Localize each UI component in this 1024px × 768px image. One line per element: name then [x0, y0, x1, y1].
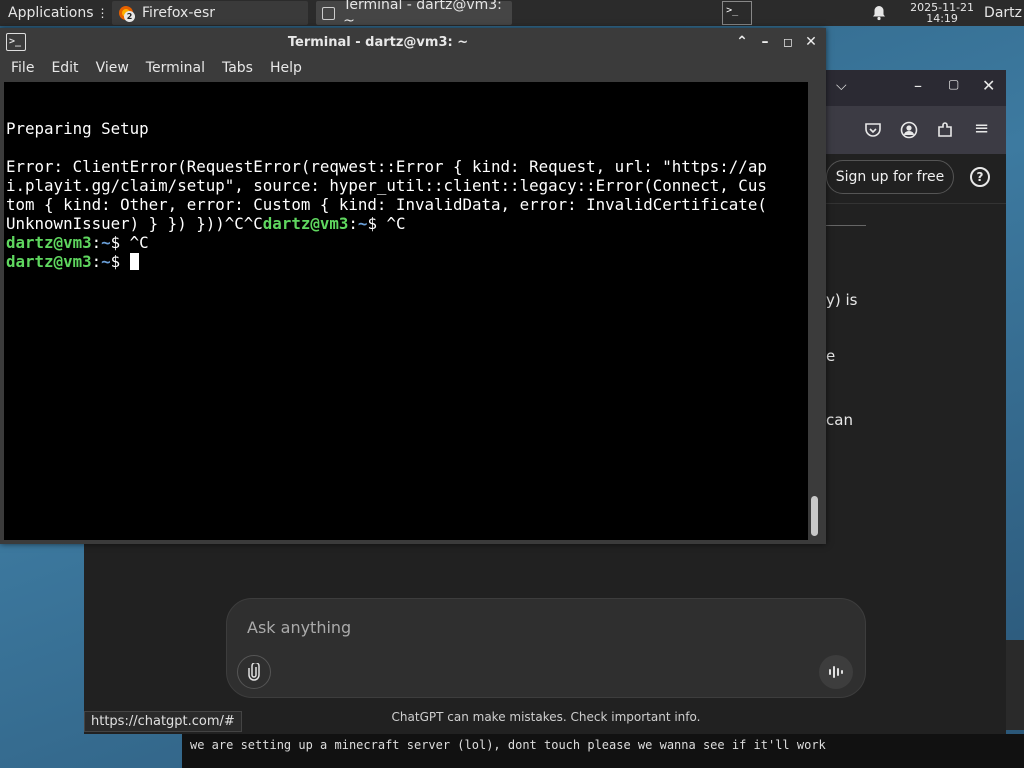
panel-tray: >_ 2025-11-21 14:19 Dartz — [722, 0, 1024, 26]
menu-edit[interactable]: Edit — [45, 60, 84, 76]
close-icon[interactable]: ✕ — [982, 76, 995, 95]
terminal-error-line: tom { kind: Other, error: Custom { kind:… — [6, 195, 767, 214]
prompt-path: ~ — [101, 252, 111, 271]
terminal-command: ^C — [386, 214, 406, 233]
sign-up-button[interactable]: Sign up for free — [826, 160, 954, 194]
chat-composer — [226, 598, 866, 698]
maximize-window-icon[interactable]: ◻ — [779, 33, 797, 51]
paperclip-icon — [248, 663, 260, 681]
applications-label: Applications — [8, 5, 94, 21]
clock-time: 14:19 — [926, 12, 958, 25]
chat-input[interactable] — [247, 615, 807, 639]
menu-terminal[interactable]: Terminal — [140, 60, 211, 76]
close-window-icon[interactable]: ✕ — [802, 33, 820, 51]
user-menu[interactable]: Dartz — [984, 5, 1022, 21]
notification-bell-icon[interactable] — [872, 5, 886, 21]
minimize-window-icon[interactable]: – — [756, 33, 774, 51]
terminal-heading-line: Preparing Setup — [6, 119, 149, 138]
terminal-command: ^C — [129, 233, 149, 252]
content-divider — [826, 225, 866, 226]
terminal-scrollbar-thumb[interactable] — [811, 496, 818, 536]
terminal-cursor — [129, 253, 139, 270]
help-icon[interactable]: ? — [970, 167, 990, 187]
prompt-symbol: $ — [367, 214, 377, 233]
prompt-symbol: $ — [110, 252, 121, 271]
maximize-icon[interactable]: ▢ — [948, 77, 959, 91]
terminal-scrollbar[interactable] — [808, 82, 822, 540]
terminal-title: Terminal - dartz@vm3: ~ — [287, 35, 469, 50]
prompt-user: dartz@vm3 — [262, 214, 349, 233]
prompt-symbol: $ — [110, 233, 121, 252]
pocket-icon[interactable] — [864, 121, 882, 139]
taskbar-firefox-label: Firefox-esr — [142, 5, 216, 21]
waveform-icon — [829, 666, 843, 678]
minimize-icon[interactable]: – — [914, 76, 922, 95]
taskbar-terminal[interactable]: Terminal - dartz@vm3: ~ — [316, 0, 512, 29]
content-text-fragment: e — [826, 347, 836, 365]
prompt-path: ~ — [101, 233, 111, 252]
disclaimer-text: ChatGPT can make mistakes. Check importa… — [391, 710, 701, 724]
terminal-error-line: i.playit.gg/claim/setup", source: hyper_… — [6, 176, 767, 195]
hamburger-menu-icon[interactable]: ≡ — [974, 118, 989, 139]
firefox-icon: 2 — [118, 5, 135, 22]
panel-clock[interactable]: 2025-11-21 14:19 — [910, 2, 974, 24]
account-icon[interactable] — [900, 121, 918, 139]
browser-toolbar: ≡ — [826, 106, 1006, 154]
menu-help[interactable]: Help — [264, 60, 308, 76]
terminal-output[interactable]: Preparing Setup Error: ClientError(Reque… — [4, 82, 808, 540]
top-panel: Applications ⋮ 2 Firefox-esr Terminal - … — [0, 0, 1024, 29]
attach-button[interactable] — [237, 655, 271, 689]
extensions-icon[interactable] — [936, 121, 954, 139]
taskbar-firefox[interactable]: 2 Firefox-esr — [112, 1, 308, 25]
menu-tabs[interactable]: Tabs — [216, 60, 259, 76]
terminal-error-line: UnknownIssuer) } }) }))^C^C — [6, 214, 263, 233]
firefox-window-count-badge: 2 — [124, 11, 135, 22]
content-text-fragment: can — [826, 411, 853, 429]
taskbar-terminal-label: Terminal - dartz@vm3: ~ — [343, 0, 502, 29]
terminal-window: >_ Terminal - dartz@vm3: ~ ⌃ – ◻ ✕ File … — [0, 28, 826, 544]
prompt-separator: : — [91, 252, 102, 271]
browser-tab-bar: ⌵ – ▢ ✕ — [826, 70, 1006, 106]
terminal-titlebar[interactable]: >_ Terminal - dartz@vm3: ~ ⌃ – ◻ ✕ — [0, 28, 826, 56]
terminal-app-icon — [322, 6, 336, 20]
shade-window-icon[interactable]: ⌃ — [733, 33, 751, 51]
prompt-user: dartz@vm3 — [6, 252, 92, 271]
applications-menu[interactable]: Applications ⋮ — [0, 0, 110, 26]
voice-mode-button[interactable] — [819, 655, 853, 689]
bottom-note-bar: we are setting up a minecraft server (lo… — [182, 734, 1024, 768]
menu-view[interactable]: View — [90, 60, 135, 76]
content-text-fragment: y) is — [826, 291, 858, 309]
terminal-menubar: File Edit View Terminal Tabs Help — [0, 56, 826, 80]
prompt-separator: : — [348, 214, 358, 233]
header-divider — [826, 203, 1006, 204]
prompt-path: ~ — [357, 214, 368, 233]
prompt-separator: : — [91, 233, 102, 252]
link-status-tooltip: https://chatgpt.com/# — [84, 711, 242, 732]
partial-window-edge — [1006, 640, 1024, 730]
menu-file[interactable]: File — [5, 60, 40, 76]
tab-list-chevron-icon[interactable]: ⌵ — [836, 78, 847, 94]
terminal-thumbnail-icon: >_ — [726, 5, 739, 16]
prompt-user: dartz@vm3 — [6, 233, 92, 252]
workspace-switcher[interactable]: >_ — [722, 1, 753, 25]
terminal-error-line: Error: ClientError(RequestError(reqwest:… — [6, 157, 767, 176]
applications-overflow-icon: ⋮ — [96, 6, 109, 20]
